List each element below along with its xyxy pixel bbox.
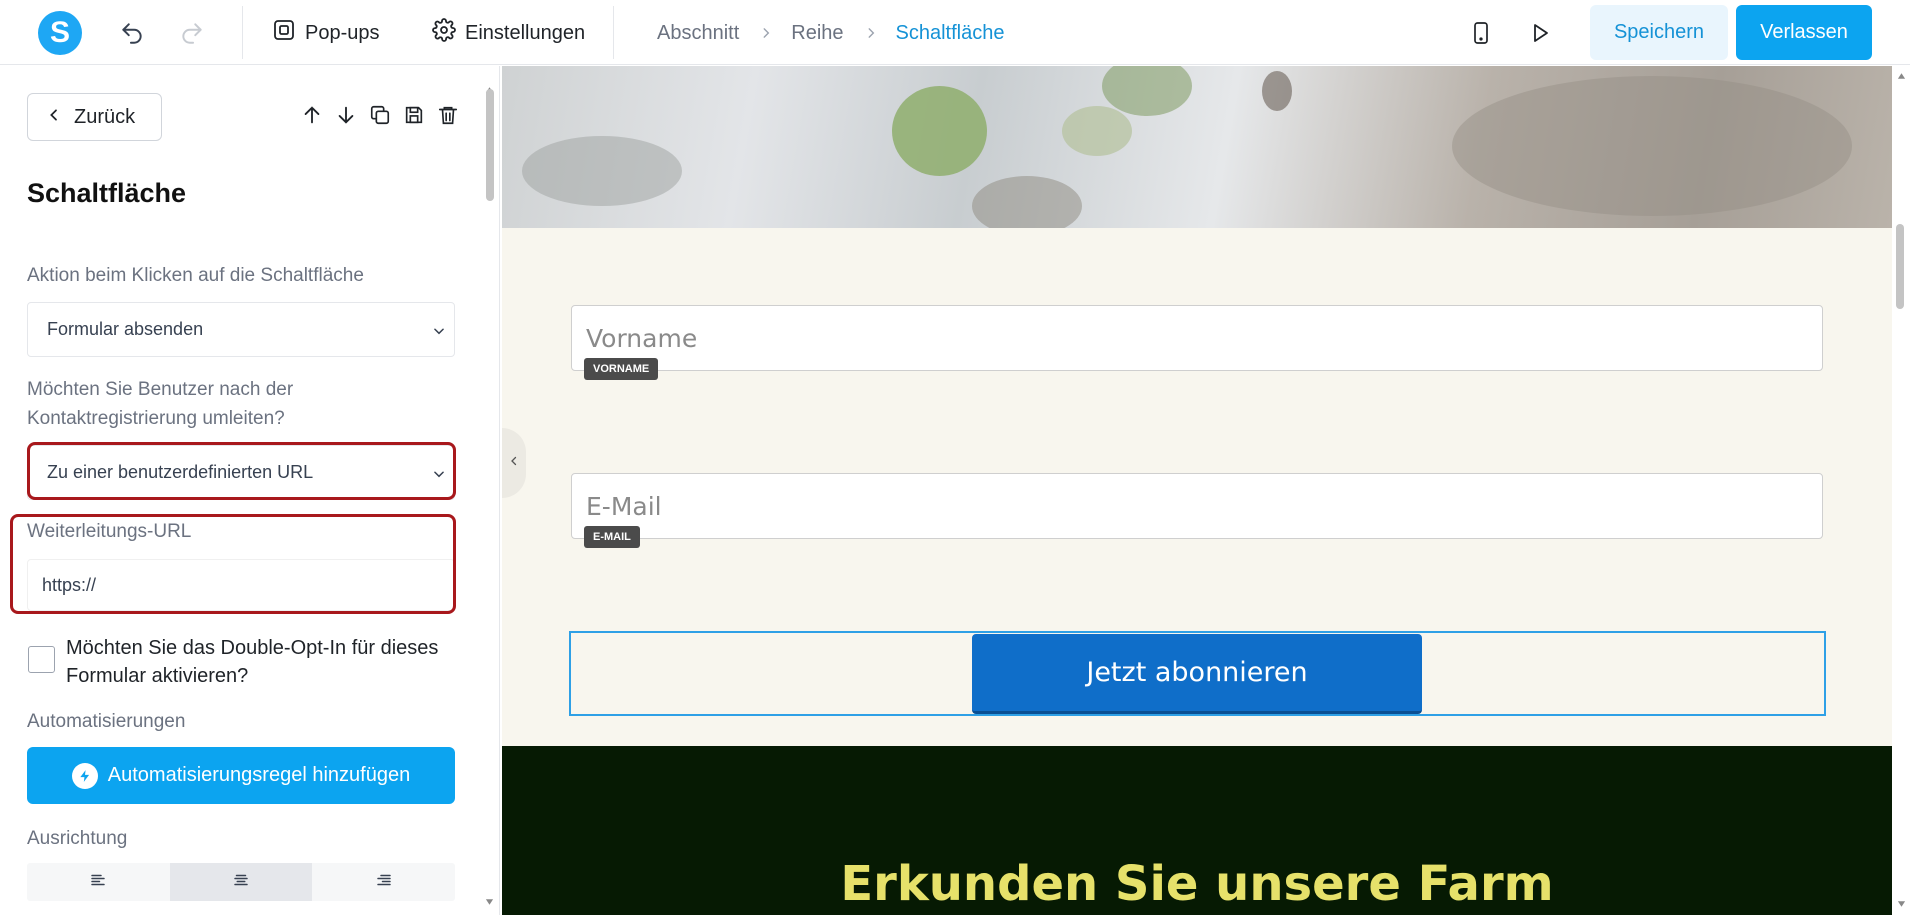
- add-automation-label: Automatisierungsregel hinzufügen: [107, 764, 411, 786]
- sidebar-scrollbar[interactable]: [484, 86, 495, 906]
- sidebar-scroll-thumb[interactable]: [486, 89, 494, 201]
- chevron-down-icon: [432, 322, 446, 343]
- subscribe-button[interactable]: Jetzt abonnieren: [972, 634, 1422, 714]
- alignment-label: Ausrichtung: [27, 828, 128, 849]
- save-block-icon[interactable]: [402, 103, 426, 127]
- email-field[interactable]: E-Mail: [571, 473, 1823, 539]
- double-opt-in-label: Möchten Sie das Double-Opt-In für dieses…: [66, 637, 439, 687]
- undo-icon[interactable]: [117, 18, 147, 48]
- mobile-preview-icon[interactable]: [1466, 18, 1496, 48]
- trash-icon[interactable]: [436, 103, 460, 127]
- gear-icon: [432, 18, 456, 48]
- first-name-field[interactable]: Vorname: [571, 305, 1823, 371]
- align-left-option[interactable]: [27, 863, 170, 901]
- arrow-up-icon[interactable]: [300, 103, 324, 127]
- editor-canvas: Vorname VORNAME E-Mail E-MAIL Jetzt abon…: [502, 66, 1892, 915]
- chevron-right-icon: [759, 26, 773, 40]
- align-right-option[interactable]: [312, 863, 455, 901]
- email-tag: E-MAIL: [584, 526, 640, 548]
- duplicate-icon[interactable]: [368, 103, 392, 127]
- automations-label: Automatisierungen: [27, 711, 186, 732]
- play-preview-icon[interactable]: [1525, 18, 1555, 48]
- breadcrumb-row[interactable]: Reihe: [791, 22, 843, 45]
- top-bar: S Pop-ups Einstellungen Abschnitt Reihe …: [0, 0, 1910, 65]
- chevron-left-icon: [46, 106, 62, 129]
- align-right-icon: [375, 871, 393, 894]
- breadcrumb-section[interactable]: Abschnitt: [657, 22, 739, 45]
- email-placeholder: E-Mail: [586, 491, 662, 521]
- hero-image: [502, 66, 1892, 228]
- redo-icon[interactable]: [177, 18, 207, 48]
- save-button[interactable]: Speichern: [1590, 5, 1728, 60]
- popups-label: Pop-ups: [305, 21, 380, 44]
- click-action-select[interactable]: Formular absenden: [27, 302, 455, 357]
- popups-menu[interactable]: Pop-ups: [272, 16, 380, 50]
- redirect-select-highlight: [27, 442, 456, 500]
- section-title: Erkunden Sie unsere Farm: [840, 856, 1554, 912]
- align-center-icon: [232, 871, 250, 894]
- leave-button[interactable]: Verlassen: [1736, 5, 1872, 60]
- panel-title: Schaltfläche: [27, 178, 187, 208]
- breadcrumb: Abschnitt Reihe Schaltfläche: [657, 18, 1005, 48]
- canvas-scroll-thumb[interactable]: [1896, 224, 1904, 309]
- click-action-label: Aktion beim Klicken auf die Schaltfläche: [27, 265, 364, 286]
- arrow-down-icon[interactable]: [334, 103, 358, 127]
- redirect-url-highlight: [10, 514, 456, 614]
- logo-letter: S: [49, 16, 70, 49]
- back-label: Zurück: [74, 105, 136, 128]
- add-automation-button[interactable]: Automatisierungsregel hinzufügen: [27, 747, 455, 804]
- toolbar-divider: [613, 6, 614, 59]
- element-toolbar: [300, 103, 460, 127]
- lightning-icon: [71, 762, 98, 789]
- first-name-tag: VORNAME: [584, 358, 659, 380]
- align-center-option[interactable]: [169, 863, 313, 901]
- redirect-label: Möchten Sie Benutzer nach der Kontaktreg…: [27, 379, 294, 429]
- align-left-icon: [89, 871, 107, 894]
- back-button[interactable]: Zurück: [27, 93, 162, 141]
- app-logo[interactable]: S: [38, 11, 82, 55]
- first-name-placeholder: Vorname: [586, 323, 698, 353]
- canvas-scrollbar[interactable]: [1893, 66, 1910, 915]
- toolbar-divider: [242, 6, 243, 59]
- settings-menu[interactable]: Einstellungen: [432, 16, 585, 50]
- chevron-left-icon: [508, 453, 520, 474]
- settings-label: Einstellungen: [465, 21, 586, 44]
- alignment-selector: [27, 863, 455, 901]
- breadcrumb-button[interactable]: Schaltfläche: [896, 22, 1005, 45]
- click-action-value: Formular absenden: [47, 319, 204, 339]
- settings-sidebar: Zurück Schaltfläche Aktion beim Klicken …: [0, 66, 500, 915]
- chevron-right-icon: [864, 26, 878, 40]
- popup-icon: [272, 18, 296, 48]
- double-opt-in-checkbox[interactable]: [28, 646, 55, 673]
